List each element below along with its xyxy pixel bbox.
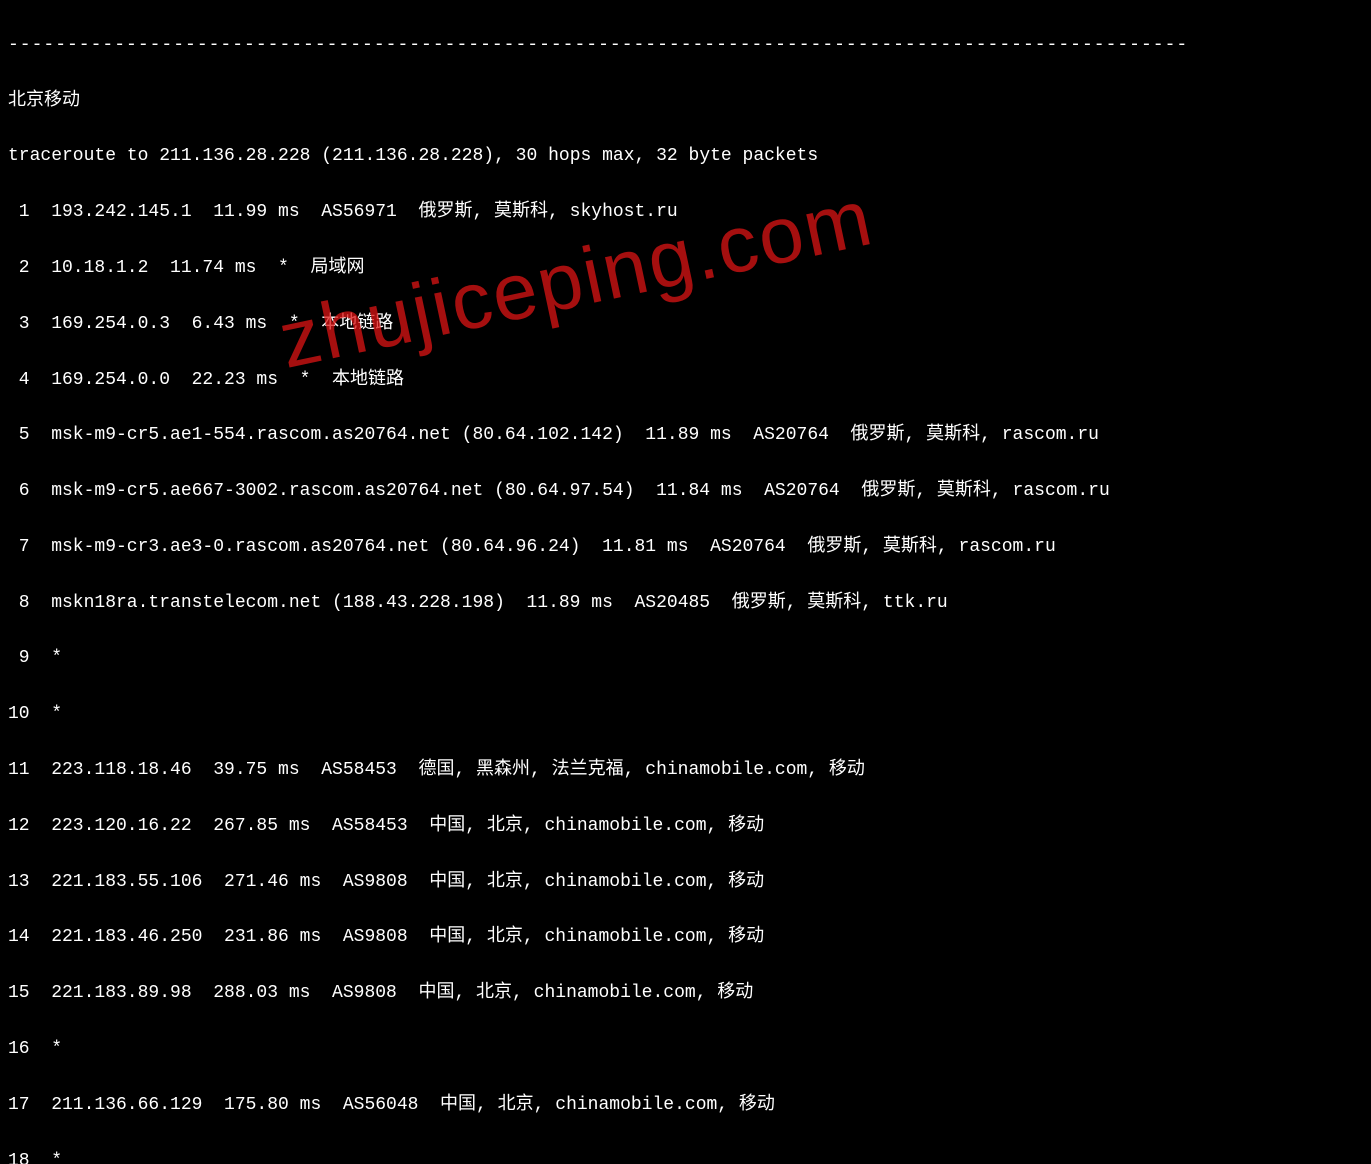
hop-detail: 223.120.16.22 267.85 ms AS58453 中国, 北京, … [30,816,765,836]
hop-detail: 211.136.66.129 175.80 ms AS56048 中国, 北京,… [30,1095,775,1115]
hop-line: 4 169.254.0.0 22.23 ms * 本地链路 [8,367,1363,395]
hop-line: 15 221.183.89.98 288.03 ms AS9808 中国, 北京… [8,980,1363,1008]
hop-number: 17 [8,1092,30,1120]
hop-line: 16 * [8,1036,1363,1064]
hop-line: 12 223.120.16.22 267.85 ms AS58453 中国, 北… [8,813,1363,841]
hop-number: 6 [8,478,30,506]
hop-number: 9 [8,645,30,673]
hop-line: 13 221.183.55.106 271.46 ms AS9808 中国, 北… [8,869,1363,897]
hop-number: 4 [8,367,30,395]
hop-line: 1 193.242.145.1 11.99 ms AS56971 俄罗斯, 莫斯… [8,199,1363,227]
hop-detail: mskn18ra.transtelecom.net (188.43.228.19… [30,593,948,613]
hop-number: 13 [8,869,30,897]
hop-detail: * [30,1039,62,1059]
hop-number: 11 [8,757,30,785]
hop-number: 1 [8,199,30,227]
hop-line: 17 211.136.66.129 175.80 ms AS56048 中国, … [8,1092,1363,1120]
hop-detail: 193.242.145.1 11.99 ms AS56971 俄罗斯, 莫斯科,… [30,202,678,222]
hop-detail: 221.183.55.106 271.46 ms AS9808 中国, 北京, … [30,872,765,892]
hop-detail: msk-m9-cr5.ae1-554.rascom.as20764.net (8… [30,425,1099,445]
hop-line: 9 * [8,645,1363,673]
hop-number: 18 [8,1148,30,1164]
hop-number: 15 [8,980,30,1008]
terminal-output: ----------------------------------------… [8,4,1363,1164]
hop-number: 14 [8,924,30,952]
hop-number: 16 [8,1036,30,1064]
hop-number: 8 [8,590,30,618]
hop-line: 11 223.118.18.46 39.75 ms AS58453 德国, 黑森… [8,757,1363,785]
hop-detail: * [30,1151,62,1164]
hop-detail: 10.18.1.2 11.74 ms * 局域网 [30,258,365,278]
hop-number: 10 [8,701,30,729]
hop-detail: 221.183.46.250 231.86 ms AS9808 中国, 北京, … [30,927,765,947]
hop-detail: msk-m9-cr5.ae667-3002.rascom.as20764.net… [30,481,1110,501]
hop-detail: 223.118.18.46 39.75 ms AS58453 德国, 黑森州, … [30,760,865,780]
trace-title: 北京移动 [8,88,1363,116]
hop-detail: * [30,648,62,668]
hop-number: 5 [8,422,30,450]
hop-line: 7 msk-m9-cr3.ae3-0.rascom.as20764.net (8… [8,534,1363,562]
hop-line: 6 msk-m9-cr5.ae667-3002.rascom.as20764.n… [8,478,1363,506]
hop-detail: 169.254.0.3 6.43 ms * 本地链路 [30,314,394,334]
hop-line: 18 * [8,1148,1363,1164]
hop-line: 8 mskn18ra.transtelecom.net (188.43.228.… [8,590,1363,618]
hop-detail: 221.183.89.98 288.03 ms AS9808 中国, 北京, c… [30,983,754,1003]
hop-line: 10 * [8,701,1363,729]
hop-number: 3 [8,311,30,339]
traceroute-header: traceroute to 211.136.28.228 (211.136.28… [8,143,1363,171]
hop-detail: 169.254.0.0 22.23 ms * 本地链路 [30,370,404,390]
hop-detail: * [30,704,62,724]
hop-number: 2 [8,255,30,283]
hop-line: 5 msk-m9-cr5.ae1-554.rascom.as20764.net … [8,422,1363,450]
hop-line: 3 169.254.0.3 6.43 ms * 本地链路 [8,311,1363,339]
hop-number: 7 [8,534,30,562]
hop-detail: msk-m9-cr3.ae3-0.rascom.as20764.net (80.… [30,537,1056,557]
hop-line: 2 10.18.1.2 11.74 ms * 局域网 [8,255,1363,283]
hop-line: 14 221.183.46.250 231.86 ms AS9808 中国, 北… [8,924,1363,952]
divider-line: ----------------------------------------… [8,32,1363,60]
hop-number: 12 [8,813,30,841]
